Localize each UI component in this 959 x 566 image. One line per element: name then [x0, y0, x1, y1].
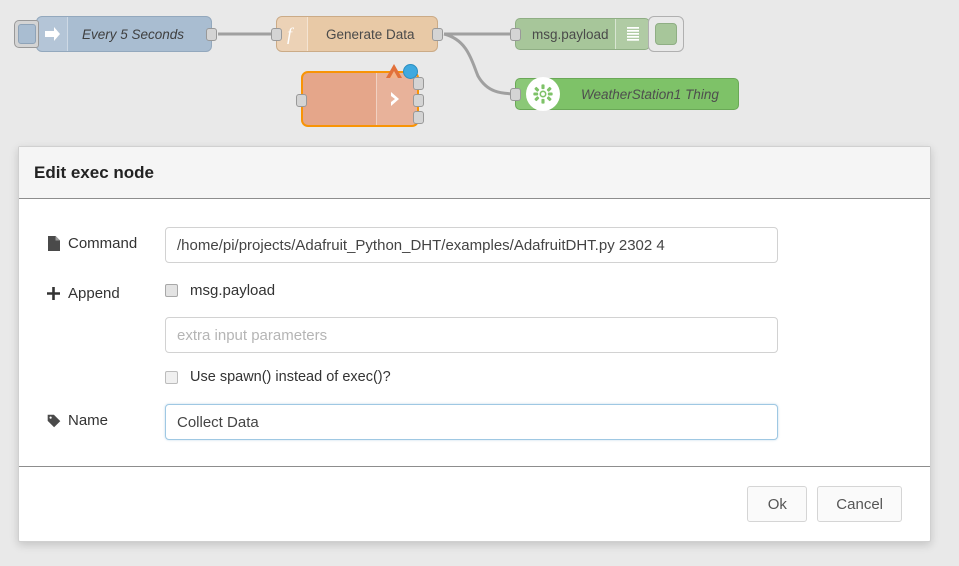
- command-label: Command: [47, 227, 165, 252]
- exec-output-port-2[interactable]: [413, 94, 424, 107]
- thing-node-label: WeatherStation1 Thing: [581, 86, 719, 102]
- dialog-body: Command Append msg.payload: [19, 199, 930, 467]
- inject-trigger-button[interactable]: [14, 20, 39, 48]
- command-row: Command: [19, 227, 930, 263]
- command-input[interactable]: [165, 227, 778, 263]
- debug-input-port[interactable]: [510, 28, 521, 41]
- function-output-port[interactable]: [432, 28, 443, 41]
- exec-output-port-1[interactable]: [413, 77, 424, 90]
- append-controls: msg.payload Use spawn() instead of exec(…: [165, 277, 778, 390]
- exec-input-port[interactable]: [296, 94, 307, 107]
- edit-node-dialog: Edit exec node Command /home/pi/projects…: [18, 146, 931, 542]
- debug-enable-toggle[interactable]: [648, 16, 684, 52]
- plus-icon: [47, 287, 61, 300]
- debug-toggle-inner: [655, 23, 677, 45]
- append-payload-checkbox[interactable]: [165, 283, 178, 297]
- tag-icon: [47, 414, 61, 428]
- append-row: Append msg.payload Use spawn() instead o…: [19, 277, 930, 390]
- cancel-button[interactable]: Cancel: [817, 486, 902, 522]
- append-label-text: Append: [68, 285, 120, 302]
- name-row: Name: [19, 404, 930, 440]
- debug-lines-icon: [615, 19, 649, 49]
- append-payload-label: msg.payload: [190, 281, 276, 299]
- name-label: Name: [47, 404, 165, 429]
- use-spawn-checkbox[interactable]: [165, 370, 178, 384]
- flow-node-thing[interactable]: WeatherStation1 Thing: [510, 77, 739, 111]
- use-spawn-label: Use spawn() instead of exec()?: [190, 369, 391, 385]
- name-input[interactable]: [165, 404, 778, 440]
- svg-text:f: f: [287, 24, 295, 44]
- inject-node-label: Every 5 Seconds: [82, 26, 185, 42]
- dialog-title: Edit exec node: [34, 162, 154, 182]
- flow-canvas[interactable]: Every 5 Seconds f Generate Data msg.payl…: [0, 0, 959, 145]
- dialog-header: Edit exec node: [19, 147, 930, 199]
- dialog-footer: Ok Cancel: [19, 467, 930, 541]
- inject-trigger-inner: [17, 24, 36, 44]
- gear-icon: [526, 77, 560, 111]
- spawn-checkbox-line[interactable]: Use spawn() instead of exec()?: [165, 364, 778, 390]
- append-label: Append: [47, 277, 165, 302]
- function-input-port[interactable]: [271, 28, 282, 41]
- inject-arrow-icon: [37, 17, 68, 51]
- flow-node-function[interactable]: f Generate Data: [271, 16, 443, 52]
- file-icon: [47, 236, 61, 251]
- function-node-label: Generate Data: [326, 26, 415, 42]
- command-label-text: Command: [68, 235, 138, 252]
- flow-node-exec[interactable]: [296, 64, 424, 127]
- warning-triangle-icon: [386, 64, 402, 78]
- exec-output-port-3[interactable]: [413, 111, 424, 124]
- extra-parameters-input[interactable]: [165, 317, 778, 353]
- flow-node-inject[interactable]: Every 5 Seconds: [14, 16, 217, 52]
- flow-node-debug[interactable]: msg.payload: [510, 18, 650, 50]
- inject-output-port[interactable]: [206, 28, 217, 41]
- thing-input-port[interactable]: [510, 88, 521, 101]
- name-label-text: Name: [68, 412, 109, 429]
- append-payload-checkbox-line[interactable]: msg.payload: [165, 277, 778, 303]
- debug-node-label: msg.payload: [532, 26, 609, 42]
- ok-button[interactable]: Ok: [747, 486, 808, 522]
- exec-arrow-icon: [376, 73, 417, 125]
